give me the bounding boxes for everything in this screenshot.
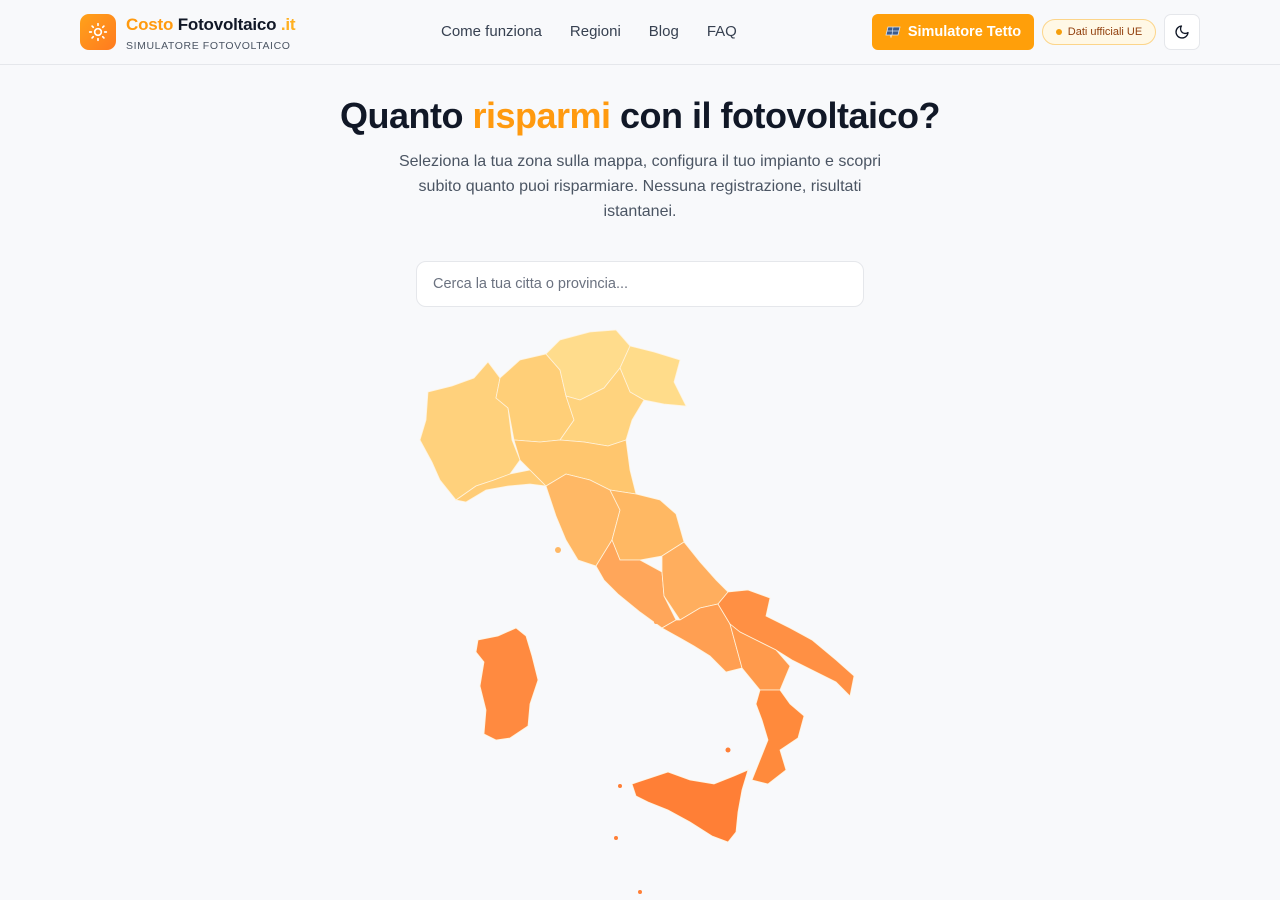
brand-name[interactable]: Costo Fotovoltaico .it: [126, 15, 296, 35]
hero-title-highlight: risparmi: [472, 95, 611, 136]
theme-toggle-button[interactable]: [1164, 14, 1200, 50]
region-sardegna[interactable]: [475, 627, 539, 741]
italy-map: [419, 329, 855, 894]
island-egadi: [618, 784, 622, 788]
nav-blog[interactable]: Blog: [649, 23, 679, 40]
sun-icon: [88, 22, 108, 42]
island-capri: [654, 620, 658, 624]
badge-label: Dati ufficiali UE: [1067, 26, 1143, 38]
simulatore-tetto-label: Simulatore Tetto: [907, 24, 1022, 40]
site-header: Costo Fotovoltaico .it SIMULATORE FOTOVO…: [0, 0, 1280, 65]
nav-faq[interactable]: FAQ: [707, 23, 737, 40]
moon-icon: [1175, 25, 1189, 39]
status-dot-icon: [1055, 29, 1062, 35]
hero-title: Quanto risparmi con il fotovoltaico?: [0, 95, 1280, 137]
dati-ufficiali-badge: Dati ufficiali UE: [1042, 19, 1156, 45]
hero-description: Seleziona la tua zona sulla mappa, confi…: [398, 153, 882, 220]
brand-part-2: Fotovoltaico: [177, 15, 277, 34]
brand-subtitle: SIMULATORE FOTOVOLTAICO: [126, 40, 291, 52]
location-search-input[interactable]: [416, 261, 864, 307]
solar-panel-icon: [885, 26, 901, 38]
hero-title-pre: Quanto: [339, 95, 473, 136]
island-lampedusa: [638, 890, 642, 894]
simulatore-tetto-button[interactable]: Simulatore Tetto: [872, 14, 1034, 50]
island-eolie: [725, 747, 731, 753]
region-sicilia[interactable]: [631, 769, 749, 843]
nav-regioni[interactable]: Regioni: [570, 23, 621, 40]
island-elba: [555, 547, 561, 553]
brand-part-3: .it: [280, 15, 296, 34]
hero-title-post: con il fotovoltaico?: [610, 95, 941, 136]
nav-come-funziona[interactable]: Come funziona: [441, 23, 542, 40]
logo-badge[interactable]: [80, 14, 116, 50]
region-calabria[interactable]: [751, 689, 805, 785]
main-nav: Come funziona Regioni Blog FAQ: [441, 23, 737, 40]
brand-part-1: Costo: [126, 15, 174, 34]
island-pantelleria: [614, 836, 618, 840]
